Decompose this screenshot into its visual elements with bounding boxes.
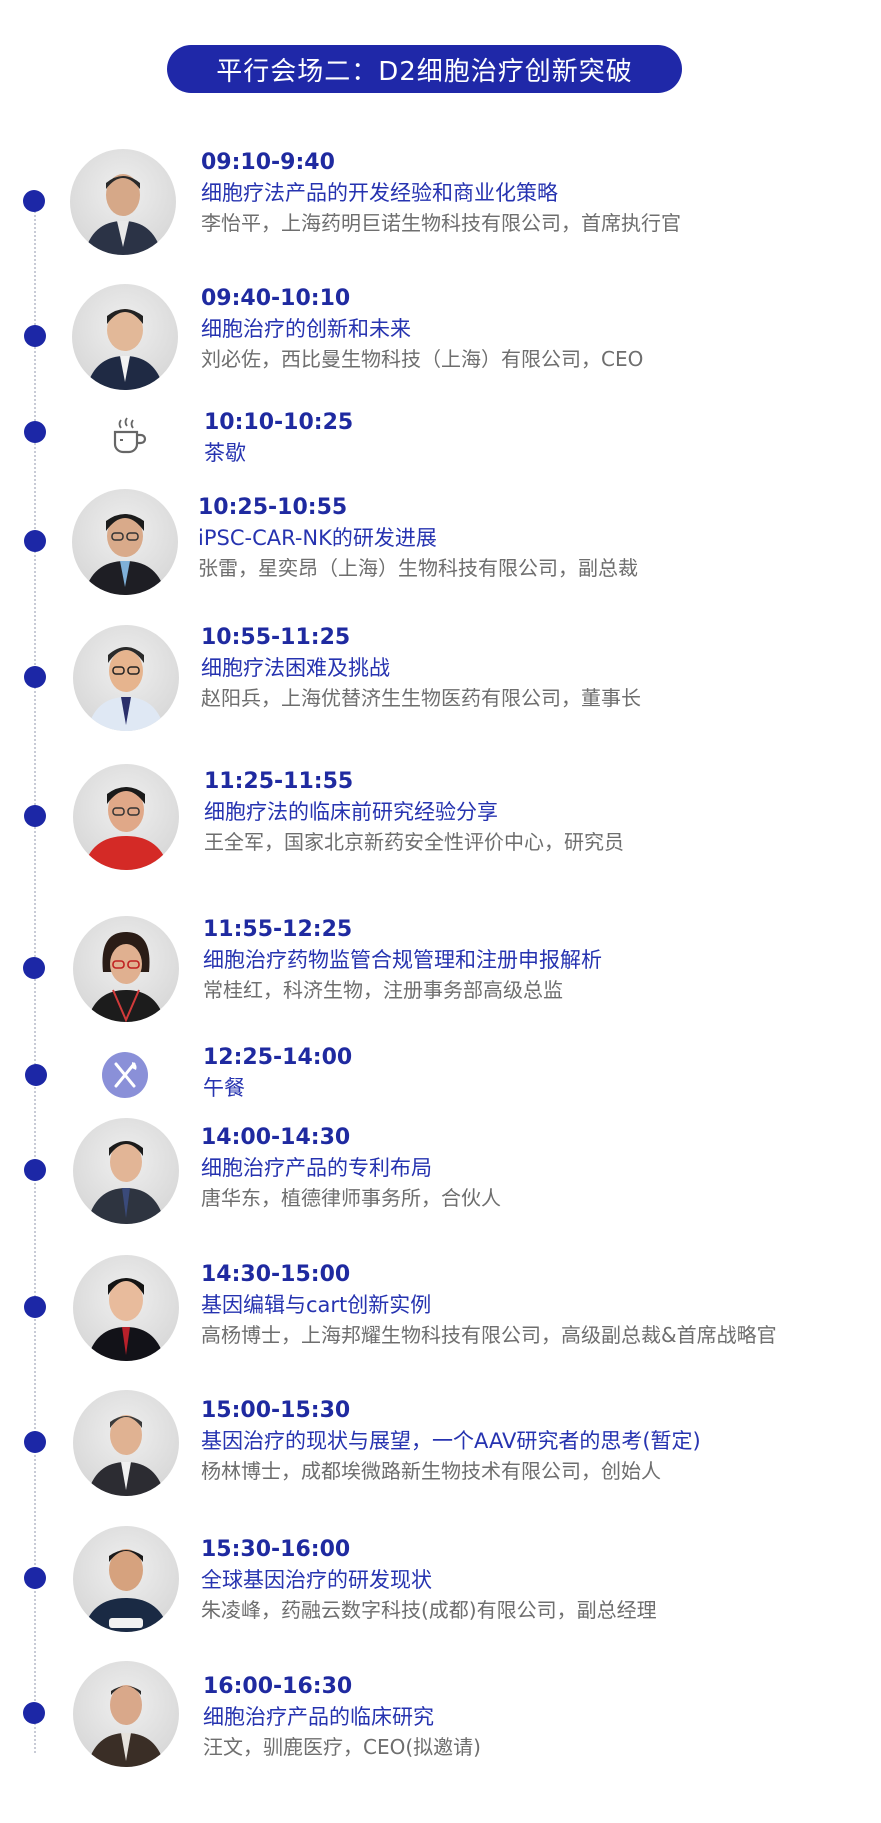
- session-topic: 细胞治疗产品的临床研究: [203, 1705, 434, 1729]
- speaker-avatar: [70, 149, 176, 255]
- speaker-avatar: [73, 1661, 179, 1767]
- session-speaker: 常桂红，科济生物，注册事务部高级总监: [203, 978, 563, 1002]
- session-item: 14:30-15:00 基因编辑与cart创新实例 高杨博士，上海邦耀生物科技有…: [201, 1260, 777, 1350]
- session-topic: 基因治疗的现状与展望，一个AAV研究者的思考(暂定): [201, 1429, 701, 1453]
- session-speaker: 张雷，星奕昂（上海）生物科技有限公司，副总裁: [198, 556, 638, 580]
- speaker-avatar: [73, 1526, 179, 1632]
- session-topic: 细胞疗法困难及挑战: [201, 656, 390, 680]
- coffee-cup-icon: [113, 417, 147, 454]
- speaker-avatar: [73, 916, 179, 1022]
- session-time: 11:25-11:55: [204, 769, 354, 794]
- session-time: 16:00-16:30: [203, 1674, 353, 1699]
- session-topic: 细胞疗法产品的开发经验和商业化策略: [201, 181, 558, 205]
- session-speaker: 唐华东，植德律师事务所，合伙人: [201, 1186, 501, 1210]
- session-time: 10:55-11:25: [201, 625, 351, 650]
- timeline-dot: [24, 1159, 46, 1181]
- timeline-dot: [24, 530, 46, 552]
- session-topic: 细胞治疗产品的专利布局: [201, 1156, 432, 1180]
- session-time: 15:00-15:30: [201, 1398, 351, 1423]
- timeline-dot: [23, 190, 45, 212]
- speaker-avatar: [73, 764, 179, 870]
- session-speaker: 刘必佐，西比曼生物科技（上海）有限公司，CEO: [201, 347, 644, 371]
- session-speaker: 杨林博士，成都埃微路新生物技术有限公司，创始人: [201, 1459, 661, 1483]
- session-time: 14:00-14:30: [201, 1125, 351, 1150]
- session-topic: 全球基因治疗的研发现状: [201, 1568, 432, 1592]
- speaker-avatar: [72, 489, 178, 595]
- timeline-dot: [23, 1702, 45, 1724]
- session-time: 09:10-9:40: [201, 150, 335, 175]
- session-item: 16:00-16:30 细胞治疗产品的临床研究 汪文，驯鹿医疗，CEO(拟邀请): [203, 1672, 481, 1762]
- session-item: 12:25-14:00 午餐: [203, 1043, 352, 1103]
- timeline-dot: [24, 1567, 46, 1589]
- session-topic: 午餐: [203, 1076, 245, 1100]
- speaker-avatar: [73, 1390, 179, 1496]
- speaker-avatar: [73, 1118, 179, 1224]
- session-time: 09:40-10:10: [201, 286, 351, 311]
- session-time: 14:30-15:00: [201, 1262, 351, 1287]
- timeline-dot: [24, 421, 46, 443]
- session-item: 11:55-12:25 细胞治疗药物监管合规管理和注册申报解析 常桂红，科济生物…: [203, 915, 602, 1005]
- timeline-dot: [24, 666, 46, 688]
- session-item: 10:25-10:55 iPSC-CAR-NK的研发进展 张雷，星奕昂（上海）生…: [198, 493, 638, 583]
- session-item: 15:30-16:00 全球基因治疗的研发现状 朱凌峰，药融云数字科技(成都)有…: [201, 1535, 657, 1625]
- session-speaker: 高杨博士，上海邦耀生物科技有限公司，高级副总裁&首席战略官: [201, 1323, 777, 1347]
- session-topic: 茶歇: [204, 441, 246, 465]
- session-topic: 细胞治疗的创新和未来: [201, 317, 411, 341]
- session-item: 15:00-15:30 基因治疗的现状与展望，一个AAV研究者的思考(暂定) 杨…: [201, 1396, 701, 1486]
- session-title: 平行会场二：D2细胞治疗创新突破: [167, 45, 682, 93]
- timeline-dot: [24, 805, 46, 827]
- timeline-dot: [24, 325, 46, 347]
- timeline-dot: [23, 957, 45, 979]
- session-item: 09:40-10:10 细胞治疗的创新和未来 刘必佐，西比曼生物科技（上海）有限…: [201, 284, 643, 374]
- session-time: 12:25-14:00: [203, 1045, 353, 1070]
- session-time: 10:10-10:25: [204, 410, 354, 435]
- fork-knife-icon: [102, 1052, 148, 1098]
- session-item: 11:25-11:55 细胞疗法的临床前研究经验分享 王全军，国家北京新药安全性…: [204, 767, 624, 857]
- session-item: 09:10-9:40 细胞疗法产品的开发经验和商业化策略 李怡平，上海药明巨诺生…: [201, 148, 681, 238]
- session-speaker: 汪文，驯鹿医疗，CEO(拟邀请): [203, 1735, 481, 1759]
- session-speaker: 王全军，国家北京新药安全性评价中心，研究员: [204, 830, 624, 854]
- session-time: 15:30-16:00: [201, 1537, 351, 1562]
- session-topic: 基因编辑与cart创新实例: [201, 1293, 432, 1317]
- session-item: 14:00-14:30 细胞治疗产品的专利布局 唐华东，植德律师事务所，合伙人: [201, 1123, 501, 1213]
- session-item: 10:55-11:25 细胞疗法困难及挑战 赵阳兵，上海优替济生生物医药有限公司…: [201, 623, 641, 713]
- speaker-avatar: [73, 625, 179, 731]
- session-time: 10:25-10:55: [198, 495, 348, 520]
- timeline-dot: [24, 1296, 46, 1318]
- session-topic: iPSC-CAR-NK的研发进展: [198, 526, 437, 550]
- session-topic: 细胞疗法的临床前研究经验分享: [204, 800, 498, 824]
- session-speaker: 赵阳兵，上海优替济生生物医药有限公司，董事长: [201, 686, 641, 710]
- session-speaker: 朱凌峰，药融云数字科技(成都)有限公司，副总经理: [201, 1598, 657, 1622]
- session-topic: 细胞治疗药物监管合规管理和注册申报解析: [203, 948, 602, 972]
- speaker-avatar: [73, 1255, 179, 1361]
- session-item: 10:10-10:25 茶歇: [204, 408, 353, 468]
- session-time: 11:55-12:25: [203, 917, 353, 942]
- timeline-dot: [25, 1064, 47, 1086]
- speaker-avatar: [72, 284, 178, 390]
- timeline-dot: [24, 1431, 46, 1453]
- session-speaker: 李怡平，上海药明巨诺生物科技有限公司，首席执行官: [201, 211, 681, 235]
